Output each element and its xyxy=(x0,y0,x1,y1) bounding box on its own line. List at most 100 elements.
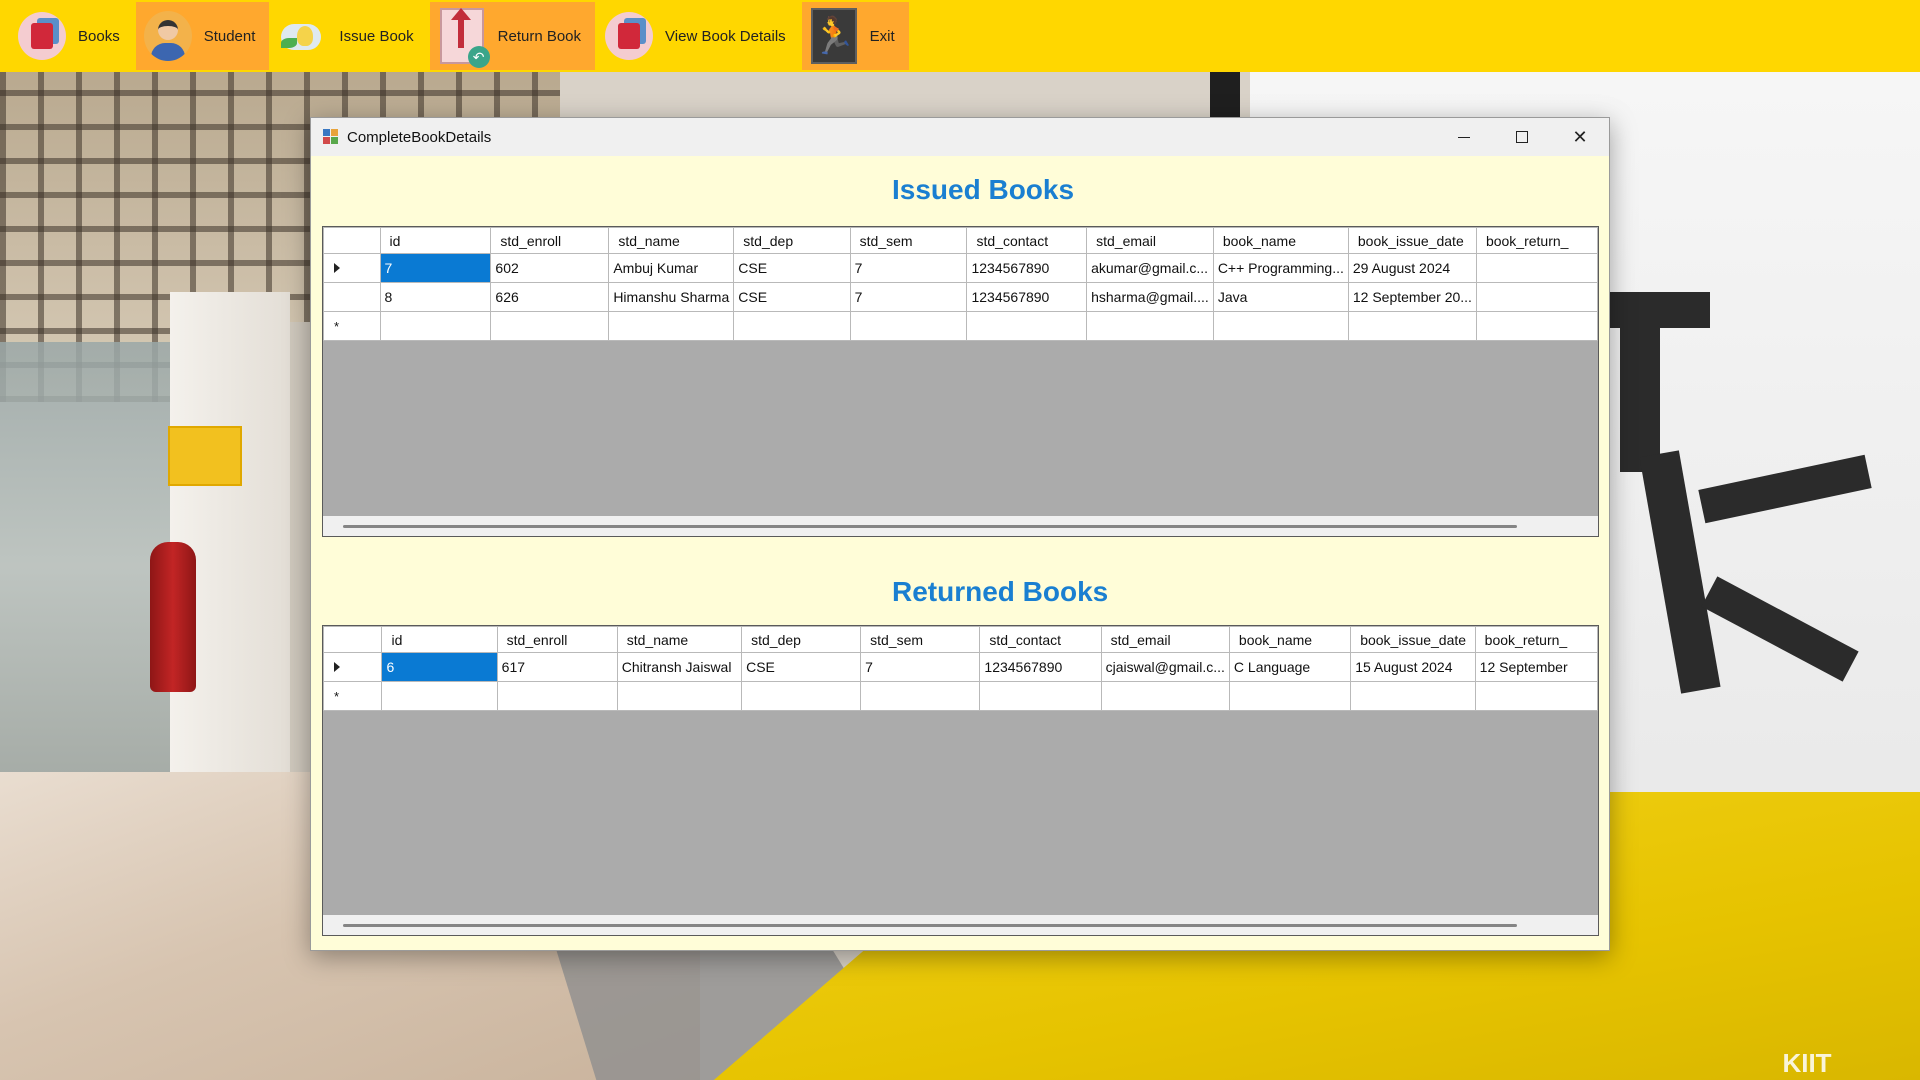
table-cell[interactable]: C++ Programming... xyxy=(1212,253,1349,283)
col-header-book-return[interactable]: book_return_ xyxy=(1474,626,1598,653)
issued-books-grid[interactable]: id std_enroll std_name std_dep std_sem s… xyxy=(322,226,1599,537)
row-header-new[interactable]: * xyxy=(323,681,383,711)
table-row[interactable]: 7 602 Ambuj Kumar CSE 7 1234567890 akuma… xyxy=(323,253,1598,283)
table-cell[interactable]: akumar@gmail.c... xyxy=(1086,253,1214,283)
table-cell[interactable]: 7 xyxy=(849,282,968,312)
table-cell[interactable]: Chitransh Jaiswal xyxy=(616,652,743,682)
table-cell[interactable]: 602 xyxy=(490,253,610,283)
table-cell[interactable]: 15 August 2024 xyxy=(1350,652,1476,682)
row-header-current[interactable] xyxy=(323,652,383,682)
menu-view-book-details[interactable]: View Book Details xyxy=(597,2,800,70)
table-cell[interactable] xyxy=(741,681,862,711)
table-cell[interactable]: CSE xyxy=(733,282,851,312)
col-header-book-name[interactable]: book_name xyxy=(1228,626,1352,653)
col-header-id[interactable]: id xyxy=(379,227,492,254)
close-button[interactable]: ✕ xyxy=(1551,118,1609,156)
table-cell[interactable] xyxy=(1475,311,1598,341)
col-header-std-email[interactable]: std_email xyxy=(1100,626,1230,653)
table-cell[interactable] xyxy=(966,311,1088,341)
table-cell[interactable] xyxy=(1100,681,1230,711)
table-cell[interactable]: 617 xyxy=(496,652,618,682)
col-header-std-enroll[interactable]: std_enroll xyxy=(496,626,618,653)
new-row[interactable]: * xyxy=(323,311,1598,341)
menu-issue-book[interactable]: Issue Book xyxy=(271,2,427,70)
table-cell[interactable] xyxy=(1475,282,1598,312)
table-row[interactable]: 8 626 Himanshu Sharma CSE 7 1234567890 h… xyxy=(323,282,1598,312)
table-cell[interactable] xyxy=(496,681,618,711)
table-cell[interactable]: CSE xyxy=(733,253,851,283)
col-header-book-return[interactable]: book_return_ xyxy=(1475,227,1598,254)
table-cell[interactable] xyxy=(381,681,498,711)
col-header-std-name[interactable]: std_name xyxy=(608,227,735,254)
horizontal-scrollbar[interactable] xyxy=(323,516,1598,536)
col-header-book-issue-date[interactable]: book_issue_date xyxy=(1347,227,1477,254)
menu-exit-label: Exit xyxy=(869,27,895,45)
table-cell[interactable] xyxy=(979,681,1102,711)
table-cell[interactable] xyxy=(1086,311,1214,341)
table-cell[interactable] xyxy=(1474,681,1598,711)
returned-books-grid[interactable]: id std_enroll std_name std_dep std_sem s… xyxy=(322,625,1599,936)
issued-header-row: id std_enroll std_name std_dep std_sem s… xyxy=(323,227,1598,254)
table-cell[interactable]: 12 September 20... xyxy=(1347,282,1477,312)
table-cell[interactable]: cjaiswal@gmail.c... xyxy=(1100,652,1230,682)
table-cell[interactable] xyxy=(1228,681,1352,711)
col-header-std-email[interactable]: std_email xyxy=(1086,227,1214,254)
row-header-new[interactable]: * xyxy=(323,311,381,341)
row-header[interactable] xyxy=(323,282,381,312)
table-cell[interactable]: Ambuj Kumar xyxy=(608,253,735,283)
table-cell[interactable] xyxy=(849,311,968,341)
col-header-std-enroll[interactable]: std_enroll xyxy=(490,227,610,254)
table-cell[interactable] xyxy=(733,311,851,341)
table-cell[interactable] xyxy=(860,681,981,711)
table-cell[interactable] xyxy=(608,311,735,341)
table-cell[interactable]: 7 xyxy=(379,253,492,283)
col-header-std-sem[interactable]: std_sem xyxy=(860,626,981,653)
table-cell[interactable] xyxy=(490,311,610,341)
row-header-current[interactable] xyxy=(323,253,381,283)
menu-books[interactable]: Books xyxy=(10,2,134,70)
table-cell[interactable] xyxy=(616,681,743,711)
table-cell[interactable]: 1234567890 xyxy=(966,253,1088,283)
scrollbar-thumb[interactable] xyxy=(343,924,1517,927)
col-header-std-contact[interactable]: std_contact xyxy=(966,227,1088,254)
table-cell[interactable] xyxy=(1212,311,1349,341)
table-cell[interactable]: 12 September xyxy=(1474,652,1598,682)
horizontal-scrollbar[interactable] xyxy=(323,915,1598,935)
table-cell[interactable]: CSE xyxy=(741,652,862,682)
menu-return-book[interactable]: ↶ Return Book xyxy=(429,2,596,70)
scrollbar-thumb[interactable] xyxy=(343,525,1517,528)
exit-icon: 🏃 xyxy=(808,8,860,64)
table-cell[interactable]: 626 xyxy=(490,282,610,312)
table-cell[interactable] xyxy=(1350,681,1476,711)
minimize-button[interactable] xyxy=(1435,118,1493,156)
maximize-button[interactable] xyxy=(1493,118,1551,156)
col-header-std-dep[interactable]: std_dep xyxy=(733,227,851,254)
table-cell[interactable]: 6 xyxy=(381,652,498,682)
table-cell[interactable]: 1234567890 xyxy=(966,282,1088,312)
col-header-id[interactable]: id xyxy=(381,626,498,653)
table-cell[interactable]: Himanshu Sharma xyxy=(608,282,735,312)
table-cell[interactable]: 7 xyxy=(849,253,968,283)
col-header-std-dep[interactable]: std_dep xyxy=(741,626,862,653)
menu-exit[interactable]: 🏃 Exit xyxy=(801,2,909,70)
table-cell[interactable]: C Language xyxy=(1228,652,1352,682)
table-cell[interactable]: 1234567890 xyxy=(979,652,1102,682)
menu-student[interactable]: Student xyxy=(135,2,270,70)
col-header-std-sem[interactable]: std_sem xyxy=(849,227,968,254)
table-cell[interactable]: hsharma@gmail.... xyxy=(1086,282,1214,312)
table-cell[interactable] xyxy=(379,311,492,341)
col-header-book-name[interactable]: book_name xyxy=(1212,227,1349,254)
window-titlebar[interactable]: CompleteBookDetails ✕ xyxy=(311,118,1609,156)
table-cell[interactable]: Java xyxy=(1212,282,1349,312)
new-row[interactable]: * xyxy=(323,681,1598,711)
table-cell[interactable] xyxy=(1475,253,1598,283)
fire-extinguisher xyxy=(150,542,196,692)
table-cell[interactable] xyxy=(1347,311,1477,341)
table-cell[interactable]: 8 xyxy=(379,282,492,312)
table-cell[interactable]: 7 xyxy=(860,652,981,682)
col-header-std-name[interactable]: std_name xyxy=(616,626,743,653)
table-row[interactable]: 6 617 Chitransh Jaiswal CSE 7 1234567890… xyxy=(323,652,1598,682)
table-cell[interactable]: 29 August 2024 xyxy=(1347,253,1477,283)
col-header-std-contact[interactable]: std_contact xyxy=(979,626,1102,653)
col-header-book-issue-date[interactable]: book_issue_date xyxy=(1350,626,1476,653)
